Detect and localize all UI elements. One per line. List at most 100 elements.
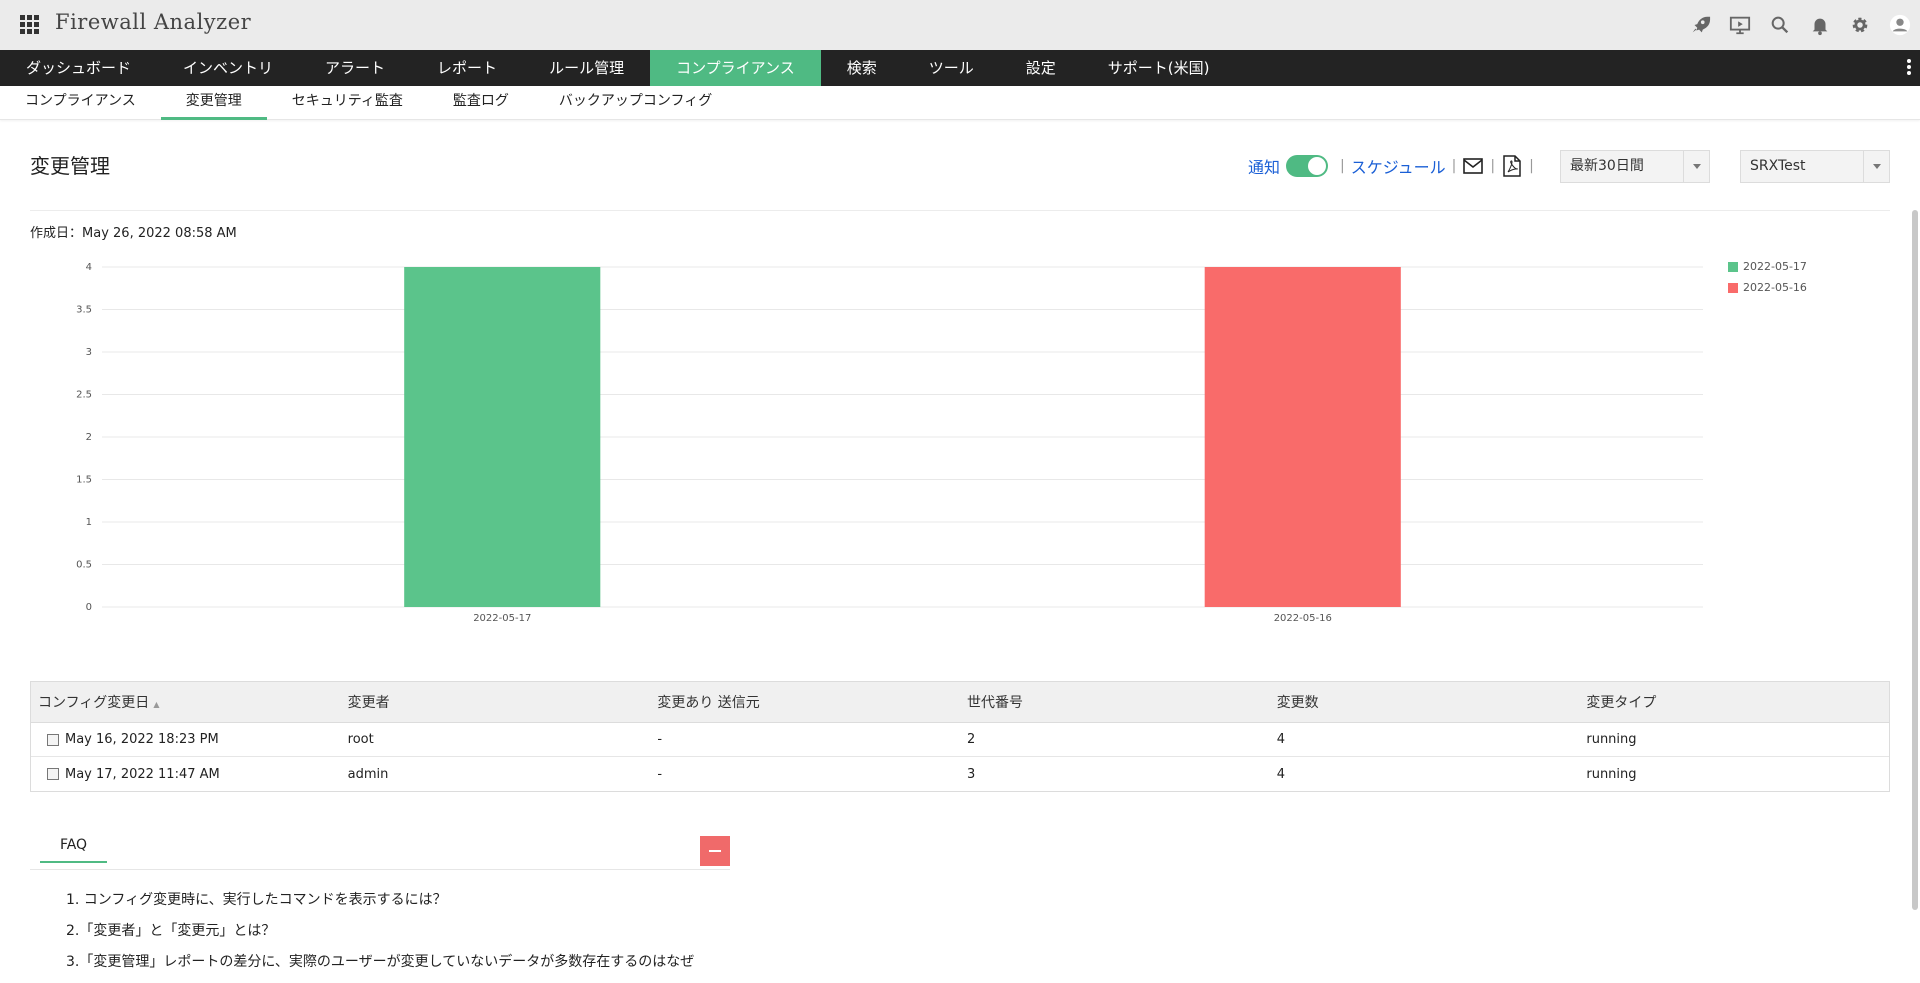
pdf-icon[interactable] (1501, 155, 1523, 177)
period-select[interactable]: 最新30日間 (1560, 150, 1710, 183)
bar-chart: 0 0.5 1 1.5 2 2.5 3 3.5 4 2022-05-17 2022-05-16 (76, 262, 1703, 624)
legend-swatch (1728, 282, 1738, 293)
column-header-generation[interactable]: 世代番号 (960, 692, 1270, 712)
nav-dashboard[interactable]: ダッシュボード (0, 50, 157, 86)
separator: | (1340, 158, 1345, 174)
user-avatar-icon[interactable] (1880, 0, 1920, 50)
y-tick-label: 1 (86, 517, 92, 528)
collapse-faq-button[interactable] (700, 836, 730, 866)
column-label: コンフィグ変更日 (38, 695, 150, 711)
page-title: 変更管理 (30, 154, 110, 178)
device-select-value: SRXTest (1750, 158, 1806, 174)
cell-count: 4 (1276, 766, 1285, 782)
cell-date: May 16, 2022 18:23 PM (31, 732, 341, 747)
bell-icon[interactable] (1800, 0, 1840, 50)
cell-source: - (657, 732, 663, 747)
faq-question[interactable]: 2.「変更者」と「変更元」とは？ (66, 921, 694, 952)
cell-source: - (657, 766, 663, 782)
table-row[interactable]: May 16, 2022 18:23 PM root - 2 4 running (31, 723, 1889, 757)
row-checkbox[interactable] (47, 768, 59, 780)
x-tick-label: 2022-05-17 (473, 613, 531, 624)
column-header-changed-by[interactable]: 変更者 (341, 692, 651, 712)
chart-bar[interactable] (404, 267, 601, 607)
nav-compliance[interactable]: コンプライアンス (650, 50, 821, 86)
chevron-down-icon (1683, 151, 1709, 182)
presentation-icon[interactable] (1720, 0, 1760, 50)
cell-date-text: May 17, 2022 11:47 AM (65, 766, 220, 782)
legend-swatch (1728, 261, 1738, 272)
nav-support[interactable]: サポート(米国) (1082, 50, 1236, 86)
y-tick-label: 2.5 (76, 390, 92, 401)
chevron-down-icon (1863, 151, 1889, 182)
row-checkbox[interactable] (47, 733, 59, 746)
cell-type: running (1586, 732, 1637, 747)
created-label: 作成日： (30, 226, 83, 241)
subnav-compliance[interactable]: コンプライアンス (0, 86, 161, 120)
y-tick-label: 0.5 (76, 560, 92, 571)
cell-type: running (1586, 766, 1637, 782)
subnav-change-management[interactable]: 変更管理 (160, 86, 267, 120)
sort-arrow-icon: ▲ (153, 700, 160, 709)
x-tick-label: 2022-05-16 (1274, 613, 1332, 624)
search-icon[interactable] (1760, 0, 1800, 50)
cell-user: root (347, 732, 374, 747)
cell-date: May 17, 2022 11:47 AM (31, 767, 341, 782)
top-icon-bar (1680, 0, 1920, 50)
column-header-change-count[interactable]: 変更数 (1270, 692, 1580, 712)
sub-nav: コンプライアンス 変更管理 セキュリティ監査 監査ログ バックアップコンフィグ (0, 86, 1920, 120)
legend-label: 2022-05-17 (1743, 260, 1807, 273)
notify-label[interactable]: 通知 (1248, 154, 1280, 178)
faq-question[interactable]: 3.「変更管理」レポートの差分に、実際のユーザーが変更していないデータが多数存在… (66, 952, 694, 983)
y-tick-label: 3.5 (76, 305, 92, 316)
faq-tab[interactable]: FAQ (40, 837, 107, 863)
change-table: コンフィグ変更日 ▲ 変更者 変更あり 送信元 世代番号 変更数 変更タイプ Ma… (30, 681, 1890, 792)
legend-item[interactable]: 2022-05-17 (1728, 256, 1807, 277)
app-title: Firewall Analyzer (55, 10, 252, 34)
faq-question[interactable]: 1. コンフィグ変更時に、実行したコマンドを表示するには？ (66, 890, 694, 921)
separator: | (1490, 158, 1496, 174)
cell-date-text: May 16, 2022 18:23 PM (65, 732, 219, 747)
schedule-link[interactable]: スケジュール (1351, 154, 1446, 178)
cell-count: 4 (1276, 732, 1285, 747)
divider (30, 869, 730, 870)
subnav-security-audit[interactable]: セキュリティ監査 (267, 86, 428, 120)
vertical-scrollbar[interactable] (1912, 210, 1918, 910)
notify-toggle[interactable] (1286, 155, 1329, 177)
chart-bar[interactable] (1204, 267, 1401, 607)
nav-search[interactable]: 検索 (821, 50, 903, 86)
created-date: 作成日：May 26, 2022 08:58 AM (30, 222, 237, 241)
faq-list: 1. コンフィグ変更時に、実行したコマンドを表示するには？ 2.「変更者」と「変… (66, 890, 694, 983)
divider (30, 210, 1890, 211)
nav-reports[interactable]: レポート (411, 50, 523, 86)
minus-icon (709, 850, 721, 852)
subnav-backup-config[interactable]: バックアップコンフィグ (534, 86, 737, 120)
nav-inventory[interactable]: インベントリ (157, 50, 299, 86)
cell-generation: 3 (967, 766, 976, 782)
nav-alerts[interactable]: アラート (299, 50, 411, 86)
nav-tools[interactable]: ツール (903, 50, 1000, 86)
email-icon[interactable] (1462, 155, 1484, 177)
y-tick-label: 4 (86, 262, 92, 273)
nav-rule-management[interactable]: ルール管理 (523, 50, 650, 86)
table-row[interactable]: May 17, 2022 11:47 AM admin - 3 4 runnin… (31, 757, 1889, 791)
nav-settings[interactable]: 設定 (1000, 50, 1082, 86)
y-tick-label: 1.5 (76, 475, 92, 486)
main-nav: ダッシュボード インベントリ アラート レポート ルール管理 コンプライアンス … (0, 50, 1920, 86)
column-header-source[interactable]: 変更あり 送信元 (650, 692, 960, 712)
chart-legend: 2022-05-17 2022-05-16 (1728, 256, 1807, 298)
device-select[interactable]: SRXTest (1740, 150, 1890, 183)
separator: | (1451, 158, 1457, 174)
app-grid-icon[interactable] (20, 15, 40, 35)
subnav-audit-log[interactable]: 監査ログ (428, 86, 534, 120)
rocket-icon[interactable] (1680, 0, 1720, 50)
cell-user: admin (347, 766, 389, 782)
gear-icon[interactable] (1840, 0, 1880, 50)
created-value: May 26, 2022 08:58 AM (82, 226, 237, 241)
column-header-config-change-date[interactable]: コンフィグ変更日 ▲ (31, 692, 341, 712)
column-header-change-type[interactable]: 変更タイプ (1579, 692, 1889, 712)
report-toolbar: 通知 | スケジュール | | | (1248, 154, 1540, 178)
legend-item[interactable]: 2022-05-16 (1728, 277, 1807, 298)
more-menu-icon[interactable] (1906, 58, 1912, 78)
y-tick-label: 0 (86, 602, 92, 613)
separator: | (1529, 158, 1534, 174)
